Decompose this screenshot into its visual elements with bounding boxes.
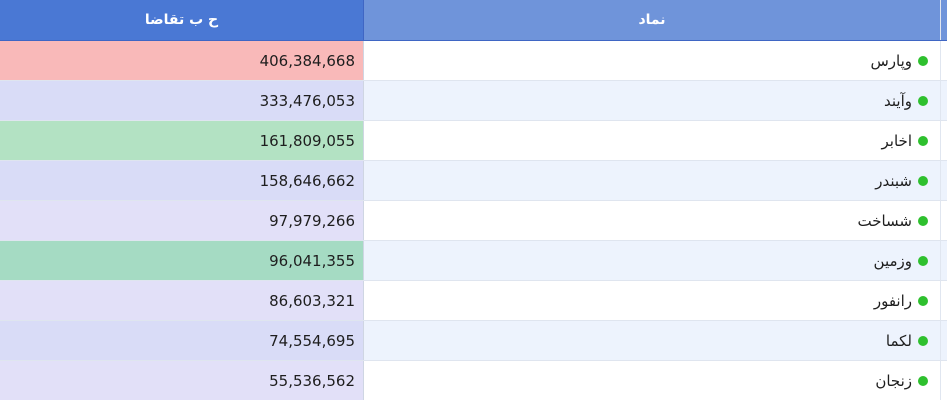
- symbol-label: وپارس: [870, 51, 912, 70]
- header-edge: [940, 0, 947, 40]
- status-dot-icon: [918, 215, 928, 226]
- symbol-wrap: لکما: [886, 332, 928, 350]
- status-dot-icon: [918, 95, 928, 106]
- status-dot-icon: [918, 335, 928, 346]
- symbol-label: اخابر: [881, 131, 912, 150]
- column-header-demand-label: ح ب تقاضا: [144, 12, 219, 28]
- demand-table: ح ب تقاضا نماد 406,384,668 وپارس 333,476,0…: [0, 0, 947, 400]
- demand-cell: 55,536,562: [0, 361, 364, 400]
- column-header-symbol-label: نماد: [638, 12, 666, 28]
- row-edge: [940, 281, 947, 320]
- symbol-wrap: وزمین: [874, 252, 928, 270]
- table-row[interactable]: 86,603,321 رانفور: [0, 281, 947, 321]
- symbol-label: رانفور: [873, 291, 912, 310]
- symbol-cell[interactable]: اخابر: [364, 121, 940, 160]
- demand-cell: 97,979,266: [0, 201, 364, 240]
- symbol-wrap: رانفور: [874, 292, 928, 310]
- table-row[interactable]: 406,384,668 وپارس: [0, 41, 947, 81]
- table-row[interactable]: 158,646,662 شبندر: [0, 161, 947, 201]
- symbol-wrap: زنجان: [875, 372, 928, 390]
- status-dot-icon: [918, 135, 928, 146]
- symbol-wrap: وآیند: [884, 92, 928, 110]
- demand-cell: 161,809,055: [0, 121, 364, 160]
- table-body: 406,384,668 وپارس 333,476,053 وآیند 161,809,…: [0, 41, 947, 400]
- symbol-label: شساخت: [857, 211, 912, 230]
- symbol-cell[interactable]: زنجان: [364, 361, 940, 400]
- row-edge: [940, 321, 947, 360]
- column-header-demand[interactable]: ح ب تقاضا: [0, 0, 364, 40]
- status-dot-icon: [918, 375, 928, 386]
- table-row[interactable]: 333,476,053 وآیند: [0, 81, 947, 121]
- symbol-wrap: اخابر: [882, 132, 928, 150]
- row-edge: [940, 81, 947, 120]
- table-row[interactable]: 55,536,562 زنجان: [0, 361, 947, 400]
- demand-cell: 96,041,355: [0, 241, 364, 280]
- table-header: ح ب تقاضا نماد: [0, 0, 947, 41]
- row-edge: [940, 241, 947, 280]
- column-header-symbol[interactable]: نماد: [364, 0, 940, 40]
- symbol-cell[interactable]: شبندر: [364, 161, 940, 200]
- demand-cell: 333,476,053: [0, 81, 364, 120]
- demand-cell: 86,603,321: [0, 281, 364, 320]
- symbol-cell[interactable]: رانفور: [364, 281, 940, 320]
- row-edge: [940, 161, 947, 200]
- symbol-label: لکما: [885, 331, 912, 350]
- symbol-label: شبندر: [875, 171, 912, 190]
- status-dot-icon: [918, 255, 928, 266]
- symbol-cell[interactable]: وآیند: [364, 81, 940, 120]
- status-dot-icon: [918, 295, 928, 306]
- symbol-cell[interactable]: شساخت: [364, 201, 940, 240]
- symbol-label: زنجان: [875, 371, 912, 390]
- row-edge: [940, 361, 947, 400]
- symbol-label: وزمین: [873, 251, 912, 270]
- symbol-wrap: وپارس: [870, 52, 928, 70]
- row-edge: [940, 121, 947, 160]
- demand-cell: 158,646,662: [0, 161, 364, 200]
- demand-cell: 406,384,668: [0, 41, 364, 80]
- symbol-wrap: شساخت: [857, 212, 928, 230]
- row-edge: [940, 41, 947, 80]
- table-row[interactable]: 161,809,055 اخابر: [0, 121, 947, 161]
- symbol-wrap: شبندر: [875, 172, 928, 190]
- status-dot-icon: [918, 175, 928, 186]
- table-row[interactable]: 96,041,355 وزمین: [0, 241, 947, 281]
- status-dot-icon: [918, 55, 928, 66]
- table-row[interactable]: 97,979,266 شساخت: [0, 201, 947, 241]
- demand-cell: 74,554,695: [0, 321, 364, 360]
- symbol-label: وآیند: [884, 91, 912, 110]
- symbol-cell[interactable]: لکما: [364, 321, 940, 360]
- table-row[interactable]: 74,554,695 لکما: [0, 321, 947, 361]
- row-edge: [940, 201, 947, 240]
- symbol-cell[interactable]: وپارس: [364, 41, 940, 80]
- symbol-cell[interactable]: وزمین: [364, 241, 940, 280]
